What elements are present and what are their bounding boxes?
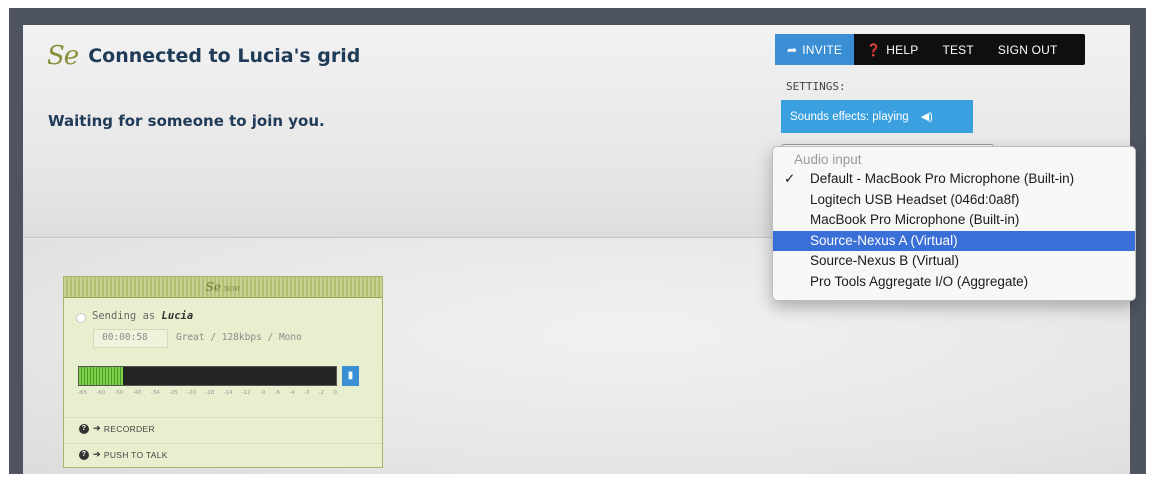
push-to-talk-label: PUSH TO TALK [103,449,168,460]
recorder-toggle[interactable]: ? ➔ RECORDER [64,417,382,439]
sending-prefix: Sending as [92,310,156,322]
level-meter-fill [79,367,123,385]
push-to-talk-toggle[interactable]: ? ➔ PUSH TO TALK [64,443,382,465]
audio-input-option[interactable]: ✓ Default - MacBook Pro Microphone (Built… [773,169,1135,190]
test-label: TEST [942,42,974,57]
audio-input-option[interactable]: Pro Tools Aggregate I/O (Aggregate) [773,272,1135,293]
audio-input-option-label: MacBook Pro Microphone (Built-in) [810,212,1020,227]
invite-label: INVITE [802,42,843,57]
audio-input-option-label: Default - MacBook Pro Microphone (Built-… [810,171,1075,186]
meter-scale-tick: -18 [205,390,215,396]
meter-scale-tick: -50 [114,390,124,396]
help-button[interactable]: ❓ HELP [854,34,930,65]
brand: Se Connected to Lucia's grid [47,41,360,71]
meter-scale-tick: -60 [96,390,106,396]
arrow-right-icon: ➔ [93,449,101,459]
audio-input-option[interactable]: Logitech USB Headset (046d:0a8f) [773,190,1135,211]
meter-scale: -65 -60 -50 -40 -34 -25 -20 -18 -14 -12 -9 -6 -4 -3 -2… [78,390,337,396]
top-nav: ➦ INVITE ❓ HELP TEST SIGN OUT [775,34,1085,65]
streaming-widget: Se NOW Sending as Lucia 00:00:58 Great / … [63,276,383,468]
meter-scale-tick: 0 [333,390,337,396]
share-arrow-icon: ➦ [787,42,798,57]
meter-scale-tick: -6 [274,390,281,396]
audio-input-option[interactable]: MacBook Pro Microphone (Built-in) [773,210,1135,231]
page-title: Connected to Lucia's grid [88,45,361,67]
settings-label: SETTINGS: [786,80,846,93]
meter-scale-tick: -25 [168,390,178,396]
level-meter [78,366,337,386]
checkmark-icon: ✓ [784,171,796,186]
status-message: Waiting for someone to join you. [48,112,325,130]
meter-scale-tick: -3 [303,390,310,396]
meter-scale-tick: -4 [289,390,295,396]
help-icon[interactable]: ? [79,423,89,434]
sending-as-text: Sending as Lucia [92,310,193,322]
speaker-icon: ◀) [920,111,933,123]
widget-logo-text: Se [205,280,221,294]
audio-input-option[interactable]: Source-Nexus A (Virtual) [773,230,1135,251]
sound-effects-label: Sounds effects: playing [790,110,909,123]
meter-scale-tick: -14 [223,390,233,396]
meter-scale-tick: -2 [318,390,325,396]
sound-effects-button[interactable]: Sounds effects: playing ◀) [781,100,973,133]
widget-header[interactable]: Se NOW [64,277,382,298]
audio-input-option-label: Pro Tools Aggregate I/O (Aggregate) [810,273,1029,289]
audio-input-menu: Audio input ✓ Default - MacBook Pro Micro… [772,146,1136,301]
microphone-button[interactable]: ▮ [342,366,359,386]
meter-scale-tick: -20 [187,390,197,396]
audio-input-option-label: Source-Nexus B (Virtual) [810,253,960,268]
audio-input-option-label: Logitech USB Headset (046d:0a8f) [810,191,1020,207]
test-button[interactable]: TEST [930,34,985,65]
help-label: HELP [886,42,919,57]
session-timer: 00:00:58 [102,332,148,343]
sign-out-label: SIGN OUT [997,42,1058,57]
meter-scale-tick: -65 [78,390,87,396]
audio-input-option-label: Source-Nexus A (Virtual) [810,232,958,248]
invite-button[interactable]: ➦ INVITE [775,34,855,65]
source-elements-logo: Se [47,41,79,71]
help-icon: ❓ [866,42,882,57]
sending-radio[interactable] [76,313,86,323]
meter-scale-tick: -34 [150,390,160,396]
audio-input-option[interactable]: Source-Nexus B (Virtual) [773,251,1135,272]
audio-input-header: Audio input [794,152,862,167]
widget-logo-tag: NOW [223,286,241,293]
widget-logo: Se NOW [206,280,241,294]
sign-out-button[interactable]: SIGN OUT [986,34,1070,65]
sending-user: Lucia [161,310,194,322]
help-icon[interactable]: ? [79,449,89,460]
stream-quality: Great / 128kbps / Mono [176,332,302,343]
meter-scale-tick: -12 [241,390,251,396]
meter-scale-tick: -9 [259,390,266,396]
screen-frame: Se Connected to Lucia's grid Waiting for… [9,8,1146,474]
recorder-label: RECORDER [103,423,155,434]
arrow-right-icon: ➔ [93,423,101,433]
meter-scale-tick: -40 [132,390,142,396]
